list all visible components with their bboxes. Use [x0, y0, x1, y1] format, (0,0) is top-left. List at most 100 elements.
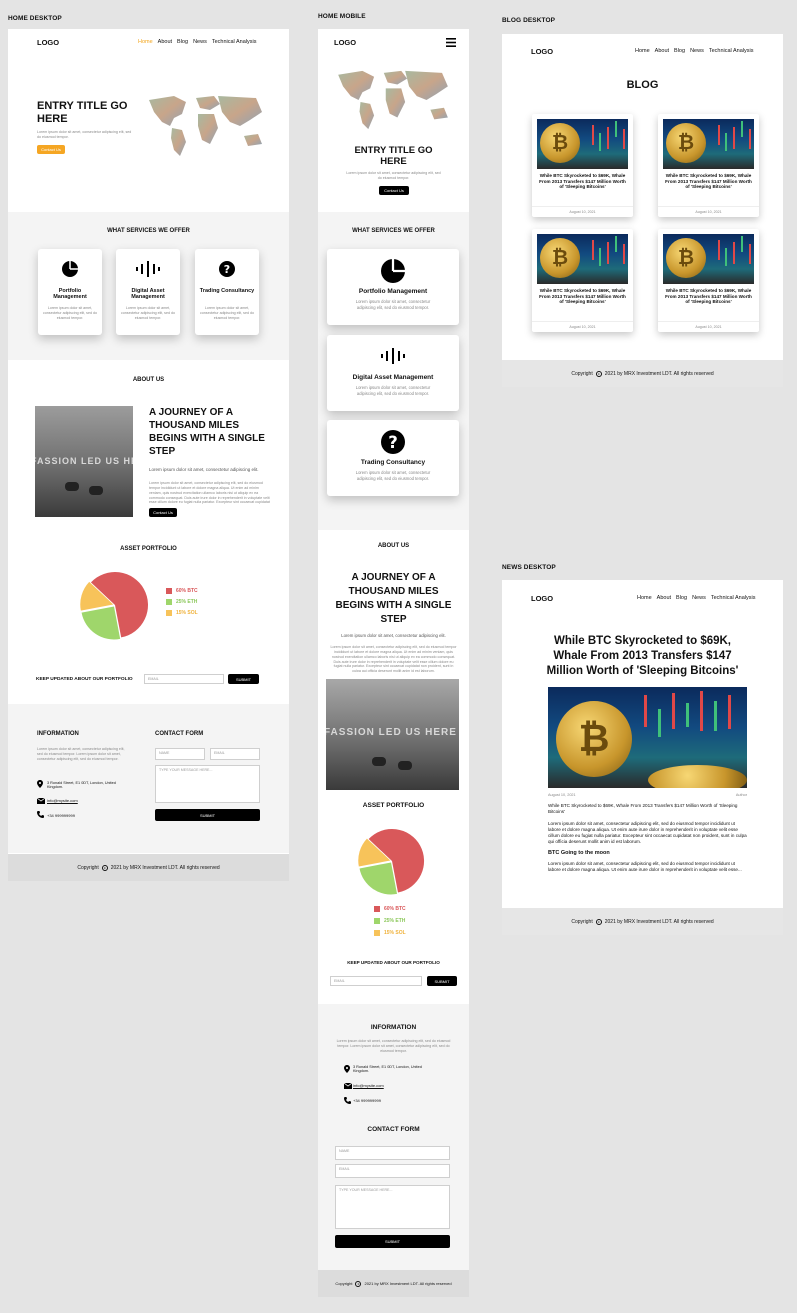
- nav-about[interactable]: About: [655, 48, 669, 54]
- service-text: Lorem ipsum dolor sit amet, consectetur …: [355, 385, 431, 396]
- newsletter-email-input[interactable]: EMAIL: [144, 674, 224, 684]
- logo[interactable]: LOGO: [531, 594, 553, 603]
- logo[interactable]: LOGO: [37, 38, 59, 47]
- footer: Copyright c 2021 by MRX Investment LDT. …: [502, 360, 783, 387]
- newsletter-email-input[interactable]: EMAIL: [330, 976, 422, 986]
- service-text: Lorem ipsum dolor sit amet, consectetur …: [43, 306, 97, 320]
- legend-eth: 25% ETH: [384, 918, 406, 924]
- nav-about[interactable]: About: [657, 595, 671, 601]
- mail-icon: [344, 1083, 352, 1089]
- sound-wave-icon: [381, 348, 405, 364]
- legend-sol: 15% SOL: [384, 930, 406, 936]
- about-body: Lorem ipsum dolor sit amet, consectetur …: [330, 645, 457, 672]
- hamburger-menu-icon[interactable]: [446, 38, 456, 47]
- legend-sol: 15% SOL: [176, 610, 198, 616]
- services-heading: WHAT SERVICES WE OFFER: [107, 228, 190, 234]
- nav-technical-analysis[interactable]: Technical Analysis: [711, 595, 756, 601]
- about-image: FASSION LED US HERE: [35, 406, 133, 517]
- nav-news[interactable]: News: [193, 39, 207, 45]
- main-nav: Home About Blog News Technical Analysis: [635, 48, 753, 54]
- portfolio-legend: 60% BTC 25% ETH 15% SOL: [374, 906, 406, 941]
- info-phone: +34 999999999: [353, 1098, 381, 1103]
- legend-swatch-btc: [166, 588, 172, 594]
- service-card-digital-asset[interactable]: Digital Asset Management Lorem ipsum dol…: [327, 335, 459, 411]
- blog-heading: BLOG: [626, 79, 659, 91]
- blog-post-date: August 10, 2021: [658, 321, 759, 329]
- nav-news[interactable]: News: [690, 48, 704, 54]
- contact-submit-button[interactable]: SUBMIT: [155, 809, 260, 821]
- footer: Copyright c 2021 by MRX Investment LDT. …: [502, 908, 783, 935]
- portfolio-pie-chart: [358, 828, 425, 895]
- svg-text:?: ?: [388, 433, 398, 452]
- hero-contact-button[interactable]: Contact Us: [379, 186, 409, 195]
- logo[interactable]: LOGO: [334, 38, 356, 47]
- about-lead: Lorem ipsum dolor sit amet, consectetur …: [149, 467, 259, 472]
- blog-post-title[interactable]: While BTC Skyrocketed to $69K, Whale Fro…: [664, 173, 753, 190]
- footer-text: 2021 by MRX Investment LDT. All rights r…: [604, 918, 714, 925]
- service-card-trading[interactable]: ? Trading Consultancy Lorem ipsum dolor …: [195, 249, 259, 335]
- footer-text: 2021 by MRX Investment LDT. All rights r…: [604, 370, 714, 377]
- info-address: 3 Ronald Street, E1 0DT, London, United …: [47, 781, 116, 789]
- about-contact-button[interactable]: Contact Us: [149, 508, 177, 517]
- nav-about[interactable]: About: [158, 39, 172, 45]
- blog-card[interactable]: ₿ While BTC Skyrocketed to $69K, Whale F…: [658, 229, 759, 332]
- question-icon: ?: [381, 430, 405, 454]
- blog-post-title[interactable]: While BTC Skyrocketed to $69K, Whale Fro…: [538, 288, 627, 305]
- hero-title: ENTRY TITLE GO HERE: [354, 145, 433, 168]
- sound-wave-icon: [136, 261, 160, 277]
- blog-card[interactable]: ₿ While BTC Skyrocketed to $69K, Whale F…: [658, 114, 759, 217]
- portfolio-pie-chart: [80, 572, 148, 640]
- nav-blog[interactable]: Blog: [674, 48, 685, 54]
- copyright-icon: c: [595, 370, 602, 377]
- contact-email-input[interactable]: EMAIL: [210, 748, 260, 760]
- nav-technical-analysis[interactable]: Technical Analysis: [212, 39, 257, 45]
- nav-home[interactable]: Home: [635, 48, 650, 54]
- news-subheading: BTC Going to the moon: [548, 850, 610, 856]
- service-card-digital-asset[interactable]: Digital Asset Management Lorem ipsum dol…: [116, 249, 180, 335]
- contact-email-input[interactable]: EMAIL: [335, 1164, 450, 1178]
- contact-name-input[interactable]: NAME: [155, 748, 205, 760]
- blog-card[interactable]: ₿ While BTC Skyrocketed to $69K, Whale F…: [532, 114, 633, 217]
- service-card-trading[interactable]: ? Trading Consultancy Lorem ipsum dolor …: [327, 420, 459, 496]
- info-text: Lorem ipsum dolor sit amet, consectetur …: [37, 747, 125, 761]
- blog-post-title[interactable]: While BTC Skyrocketed to $69K, Whale Fro…: [538, 173, 627, 190]
- copyright-icon: c: [355, 1280, 362, 1287]
- contact-heading: CONTACT FORM: [155, 731, 204, 737]
- newsletter-submit-button[interactable]: SUBMIT: [228, 674, 259, 684]
- about-image: FASSION LED US HERE: [326, 679, 459, 790]
- home-mobile-frame: LOGO ENTRY TITLE GO HERE Lorem ipsum dol…: [318, 29, 469, 1297]
- service-card-portfolio[interactable]: Portfolio Management Lorem ipsum dolor s…: [38, 249, 102, 335]
- blog-card[interactable]: ₿ While BTC Skyrocketed to $69K, Whale F…: [532, 229, 633, 332]
- question-icon: ?: [219, 261, 235, 277]
- service-title: Portfolio Management: [358, 288, 428, 295]
- nav-technical-analysis[interactable]: Technical Analysis: [709, 48, 754, 54]
- phone-icon: [344, 1097, 351, 1104]
- blog-post-title[interactable]: While BTC Skyrocketed to $69K, Whale Fro…: [664, 288, 753, 305]
- footer-text: 2021 by MRX Investment LDT. All rights r…: [364, 1281, 452, 1286]
- info-email-link[interactable]: info@mysite.com: [47, 798, 78, 803]
- contact-us-button[interactable]: Contact Us: [37, 145, 65, 154]
- service-text: Lorem ipsum dolor sit amet, consectetur …: [200, 306, 254, 320]
- logo[interactable]: LOGO: [531, 47, 553, 56]
- nav-home[interactable]: Home: [637, 595, 652, 601]
- info-email-link[interactable]: info@mysite.com: [353, 1083, 384, 1088]
- contact-name-input[interactable]: NAME: [335, 1146, 450, 1160]
- main-nav: Home About Blog News Technical Analysis: [637, 595, 755, 601]
- bitcoin-image: ₿: [663, 119, 754, 169]
- nav-blog[interactable]: Blog: [676, 595, 687, 601]
- contact-message-textarea[interactable]: TYPE YOUR MESSAGE HERE...: [335, 1185, 450, 1229]
- contact-submit-button[interactable]: SUBMIT: [335, 1235, 450, 1248]
- newsletter-submit-button[interactable]: SUBMIT: [427, 976, 457, 986]
- frame-label-blog-desktop: BLOG DESKTOP: [502, 17, 556, 24]
- news-paragraph-2: Lorem ipsum dolor sit amet, consectetur …: [548, 861, 742, 872]
- nav-home[interactable]: Home: [138, 39, 153, 45]
- contact-message-textarea[interactable]: TYPE YOUR MESSAGE HERE...: [155, 765, 260, 803]
- nav-blog[interactable]: Blog: [177, 39, 188, 45]
- nav-news[interactable]: News: [692, 595, 706, 601]
- legend-swatch-sol: [374, 930, 380, 936]
- services-heading: WHAT SERVICES WE OFFER: [352, 228, 435, 234]
- service-card-portfolio[interactable]: Portfolio Management Lorem ipsum dolor s…: [327, 249, 459, 325]
- footer-text: 2021 by MRX Investment LDT. All rights r…: [110, 864, 220, 871]
- copyright-icon: c: [595, 918, 602, 925]
- blog-post-date: August 10, 2021: [532, 321, 633, 329]
